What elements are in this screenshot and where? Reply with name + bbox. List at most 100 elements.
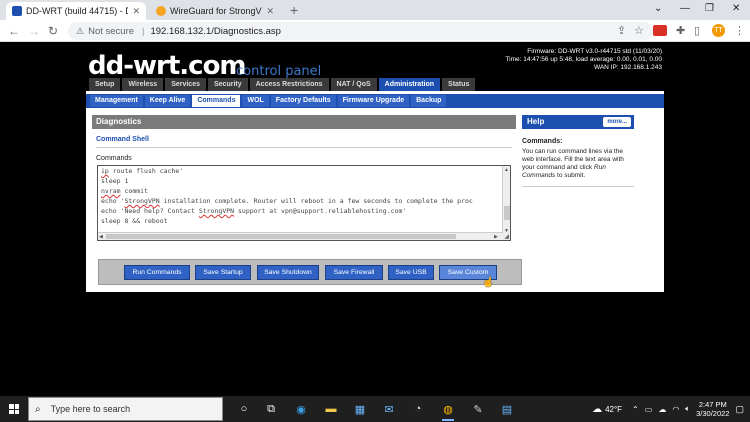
scroll-left-icon[interactable]: ◀ bbox=[99, 234, 103, 240]
tab-ddwrt[interactable]: DD-WRT (build 44715) - Diagnos ✕ bbox=[6, 2, 146, 20]
ddwrt-panel: dd-wrt.com control panel Firmware: DD-WR… bbox=[86, 45, 664, 292]
volume-icon[interactable]: 🔈︎ bbox=[685, 404, 690, 414]
subtab-factory-defaults[interactable]: Factory Defaults bbox=[270, 95, 336, 107]
address-bar[interactable]: ⚠ Not secure | 192.168.132.1/Diagnostics… bbox=[68, 22, 653, 40]
tab-access-restrictions[interactable]: Access Restrictions bbox=[249, 78, 329, 91]
subtab-wol[interactable]: WOL bbox=[242, 95, 269, 107]
command-button-bar: Run Commands Save Startup Save Shutdown … bbox=[98, 259, 522, 288]
close-tab-icon[interactable]: ✕ bbox=[132, 6, 140, 17]
run-commands-button[interactable]: Run Commands bbox=[124, 265, 190, 280]
wifi-icon[interactable]: ◠ bbox=[672, 405, 679, 414]
save-firewall-button[interactable]: Save Firewall bbox=[325, 265, 383, 280]
tray-chevron-icon[interactable]: ⌃ bbox=[632, 405, 639, 414]
command-line: sleep 8 && reboot bbox=[98, 216, 510, 226]
vertical-scrollbar[interactable]: ▲ ▼ bbox=[502, 166, 510, 240]
paint-icon[interactable]: ✎ bbox=[470, 401, 486, 417]
windows-taskbar: ⌕ Type here to search ○ ⧉ ◉ ▬ ▦ ✉ ◔ ◍ ✎ … bbox=[0, 396, 750, 422]
command-text: echo ' bbox=[101, 197, 125, 205]
subtab-management[interactable]: Management bbox=[90, 95, 143, 107]
help-more-button[interactable]: more... bbox=[603, 117, 631, 127]
strongvpn-favicon-icon bbox=[156, 6, 166, 16]
mouse-cursor-icon: ☝ bbox=[482, 277, 495, 288]
search-icon: ⌕ bbox=[35, 403, 41, 415]
mail-icon[interactable]: ✉ bbox=[381, 401, 397, 417]
close-tab-icon[interactable]: ✕ bbox=[266, 6, 274, 17]
network-icon[interactable]: ▭ bbox=[645, 405, 653, 414]
save-shutdown-button[interactable]: Save Shutdown bbox=[257, 265, 319, 280]
subtab-backup[interactable]: Backup bbox=[411, 95, 447, 107]
page-viewport: dd-wrt.com control panel Firmware: DD-WR… bbox=[0, 42, 750, 396]
scroll-up-icon[interactable]: ▲ bbox=[504, 167, 509, 173]
subtab-firmware-upgrade[interactable]: Firmware Upgrade bbox=[337, 95, 410, 107]
help-title: Help more... bbox=[522, 115, 634, 129]
forward-icon[interactable]: → bbox=[28, 24, 40, 38]
windows-start-icon[interactable] bbox=[9, 404, 19, 414]
back-icon[interactable]: ← bbox=[8, 24, 20, 38]
weather-icon[interactable]: ☁ bbox=[592, 404, 602, 415]
subtab-keep-alive[interactable]: Keep Alive bbox=[144, 95, 191, 107]
save-usb-button[interactable]: Save USB bbox=[388, 265, 434, 280]
subtab-commands[interactable]: Commands bbox=[192, 95, 241, 107]
tab-wireless[interactable]: Wireless bbox=[122, 78, 164, 91]
tab-services[interactable]: Services bbox=[165, 78, 206, 91]
tab-security[interactable]: Security bbox=[208, 78, 248, 91]
wan-ip: WAN IP: 192.168.1.243 bbox=[593, 64, 662, 71]
onedrive-icon[interactable]: ☁ bbox=[658, 405, 666, 414]
tab-nat-qos[interactable]: NAT / QoS bbox=[330, 78, 377, 91]
tab-title: WireGuard for StrongVPN bbox=[170, 6, 262, 16]
store-icon[interactable]: ▦ bbox=[352, 401, 368, 417]
notes-app-icon[interactable]: ▤ bbox=[499, 401, 515, 417]
chrome-icon[interactable]: ◍ bbox=[440, 401, 456, 421]
cortana-icon[interactable]: ○ bbox=[236, 401, 252, 417]
tab-setup[interactable]: Setup bbox=[89, 78, 121, 91]
weather-temp[interactable]: 42°F bbox=[605, 405, 622, 414]
edge-icon[interactable]: ◉ bbox=[293, 401, 309, 417]
profile-avatar[interactable]: TT bbox=[712, 24, 725, 37]
scroll-thumb[interactable] bbox=[504, 206, 510, 220]
bookmark-star-icon[interactable]: ☆ bbox=[634, 24, 644, 38]
commands-textarea[interactable]: ip route flush cache' sleep 1 nvram commit… bbox=[97, 165, 511, 241]
extension-red-icon[interactable] bbox=[653, 25, 667, 36]
new-tab-button[interactable]: + bbox=[290, 2, 298, 18]
reload-icon[interactable]: ↻ bbox=[48, 24, 58, 38]
tab-status[interactable]: Status bbox=[442, 78, 476, 91]
save-startup-button[interactable]: Save Startup bbox=[195, 265, 251, 280]
command-line: echo 'StrongVPN installation complete. R… bbox=[98, 196, 510, 206]
sidebar-icon[interactable]: ▯ bbox=[694, 24, 700, 38]
command-text: echo 'Need help? Contact bbox=[101, 207, 199, 215]
tab-search-icon[interactable]: ⌄ bbox=[654, 3, 662, 14]
horizontal-scrollbar[interactable]: ◀ ▶ bbox=[98, 232, 503, 240]
help-panel: Help more... Commands: You can run comma… bbox=[522, 115, 634, 187]
extensions-puzzle-icon[interactable]: ✚ bbox=[676, 24, 685, 38]
security-status: Not secure bbox=[88, 25, 135, 37]
tab-title: DD-WRT (build 44715) - Diagnos bbox=[26, 6, 128, 16]
minimize-icon[interactable]: — bbox=[680, 3, 690, 14]
help-text-post: to submit. bbox=[555, 172, 586, 179]
system-tray: ☁ 42°F ⌃ ▭ ☁ ◠ 🔈︎ 2:47 PM 3/30/2022 ▢ bbox=[592, 400, 744, 418]
sub-nav: Management Keep Alive Commands WOL Facto… bbox=[90, 95, 447, 107]
taskbar-search[interactable]: ⌕ Type here to search bbox=[28, 397, 223, 421]
tab-wireguard[interactable]: WireGuard for StrongVPN ✕ bbox=[150, 2, 280, 20]
command-lines: ip route flush cache' sleep 1 nvram commit… bbox=[98, 166, 510, 226]
clock[interactable]: 2:47 PM 3/30/2022 bbox=[696, 400, 729, 418]
hscroll-thumb[interactable] bbox=[106, 234, 456, 239]
close-window-icon[interactable]: ✕ bbox=[732, 3, 740, 14]
command-text: route flush cache' bbox=[108, 167, 184, 175]
main-nav: Setup Wireless Services Security Access … bbox=[89, 78, 476, 91]
ddwrt-logo: dd-wrt.com bbox=[88, 51, 247, 81]
command-text: support at vpn@support.reliablehosting.c… bbox=[234, 207, 407, 215]
restore-icon[interactable]: ❐ bbox=[705, 3, 714, 14]
menu-kebab-icon[interactable]: ⋮ bbox=[734, 24, 745, 38]
command-text: sleep 8 && reboot bbox=[101, 217, 168, 225]
snipping-tool-icon[interactable]: ◔ bbox=[410, 401, 426, 417]
file-explorer-icon[interactable]: ▬ bbox=[323, 401, 339, 417]
resize-grip-icon[interactable]: ◢ bbox=[504, 233, 509, 240]
notifications-icon[interactable]: ▢ bbox=[735, 404, 744, 415]
share-icon[interactable]: ⇪ bbox=[617, 24, 626, 38]
divider bbox=[522, 186, 634, 187]
tab-administration[interactable]: Administration bbox=[378, 78, 441, 91]
command-shell-legend: Command Shell bbox=[96, 136, 149, 143]
scroll-right-icon[interactable]: ▶ bbox=[494, 234, 498, 240]
task-view-icon[interactable]: ⧉ bbox=[263, 401, 279, 417]
ddwrt-favicon-icon bbox=[12, 6, 22, 16]
